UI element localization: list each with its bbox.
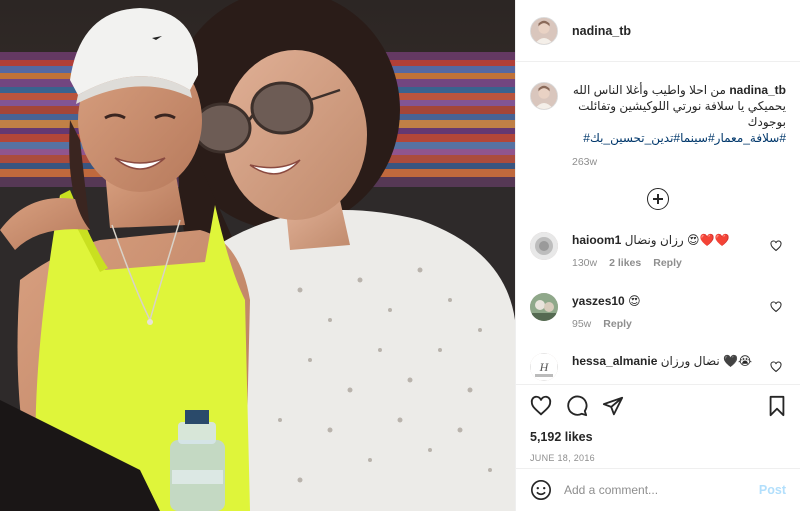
author-avatar[interactable] — [530, 16, 558, 45]
comment-age: 130w — [572, 257, 598, 269]
caption-username[interactable]: nadina_tb — [729, 83, 786, 97]
load-more-comments[interactable] — [516, 188, 800, 210]
post-comment-button[interactable]: Post — [759, 483, 786, 497]
reply-button[interactable]: Reply — [653, 257, 682, 269]
paper-plane-icon[interactable] — [602, 395, 624, 417]
comment-username[interactable]: yaszes10 — [572, 294, 625, 308]
comment-username[interactable]: hessa_almanie — [572, 354, 657, 368]
comment-username[interactable]: haioom1 — [572, 233, 621, 247]
comment-item: H hessa_almanie نضال ورزان 🖤😭 — [516, 353, 800, 381]
comment-heart-icon[interactable] — [770, 240, 782, 252]
commenter-avatar[interactable] — [530, 232, 558, 260]
post-sidebar: nadina_tb nadina_tb من احلا واطيب وأغلا … — [515, 0, 800, 511]
comment-age: 95w — [572, 318, 592, 330]
caption-text: nadina_tb من احلا واطيب وأغلا الناس الله… — [572, 83, 786, 129]
heart-icon[interactable] — [530, 395, 552, 417]
comment-text: haioom1 رزان ونضال 😍❤️❤️ — [572, 233, 730, 247]
caption-age: 263w — [572, 156, 598, 168]
comment-text: yaszes10 😍 — [572, 294, 641, 308]
instagram-post: nadina_tb nadina_tb من احلا واطيب وأغلا … — [0, 0, 800, 511]
commenter-avatar[interactable]: H — [530, 353, 558, 381]
reply-button[interactable]: Reply — [603, 318, 632, 330]
comment-heart-icon[interactable] — [770, 361, 782, 373]
likes-count[interactable]: 5,192 likes — [530, 430, 786, 444]
comment-text: hessa_almanie نضال ورزان 🖤😭 — [572, 354, 753, 368]
smiley-icon[interactable] — [530, 479, 552, 501]
post-actions: 5,192 likes JUNE 18, 2016 — [516, 384, 800, 468]
svg-text:H: H — [539, 360, 550, 374]
caption-avatar[interactable] — [530, 82, 558, 110]
comment-meta: 95w Reply — [572, 318, 786, 330]
caption-hashtags[interactable]: #سلافة_معمار#سينما#تدين_تحسين_بك# — [572, 130, 786, 146]
comments-section[interactable]: nadina_tb من احلا واطيب وأغلا الناس الله… — [516, 62, 800, 384]
commenter-avatar[interactable] — [530, 293, 558, 321]
add-comment-bar: Post — [516, 468, 800, 511]
comment-bubble-icon[interactable] — [566, 395, 588, 417]
bookmark-icon[interactable] — [766, 395, 788, 420]
comment-input[interactable] — [564, 483, 759, 497]
plus-circle-icon[interactable] — [647, 188, 669, 210]
comment-item: haioom1 رزان ونضال 😍❤️❤️ 130w 2 likes Re… — [516, 232, 800, 269]
photo-illustration — [0, 0, 515, 511]
post-caption: nadina_tb من احلا واطيب وأغلا الناس الله… — [516, 62, 800, 168]
post-photo[interactable] — [0, 0, 515, 511]
post-header: nadina_tb — [516, 0, 800, 62]
comment-meta: 130w 2 likes Reply — [572, 257, 786, 269]
author-username[interactable]: nadina_tb — [572, 24, 631, 38]
comment-heart-icon[interactable] — [770, 301, 782, 313]
post-date: JUNE 18, 2016 — [530, 453, 595, 463]
comment-likes[interactable]: 2 likes — [609, 257, 641, 269]
comment-item: yaszes10 😍 95w Reply — [516, 293, 800, 330]
